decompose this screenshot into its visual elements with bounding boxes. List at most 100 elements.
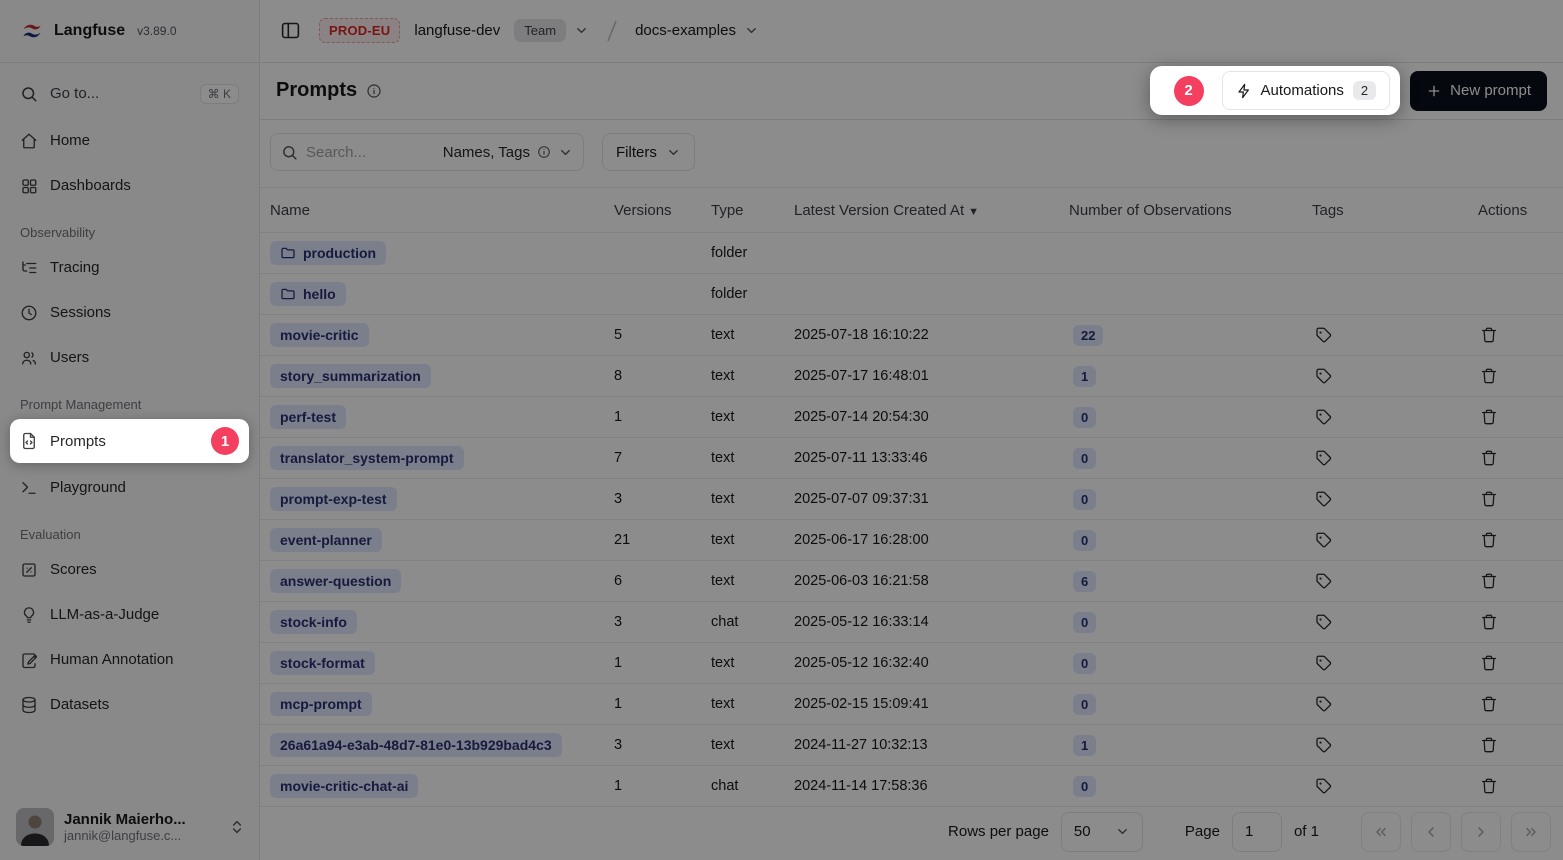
actions-cell <box>1470 529 1563 551</box>
sidebar-item-datasets[interactable]: Datasets <box>10 684 249 725</box>
last-page-button[interactable] <box>1511 812 1551 852</box>
prompt-name-badge[interactable]: translator_system-prompt <box>270 446 464 470</box>
delete-button[interactable] <box>1478 529 1500 551</box>
tag-button[interactable] <box>1312 365 1334 387</box>
observations-cell: 0 <box>1067 653 1310 674</box>
table-row[interactable]: 26a61a94-e3ab-48d7-81e0-13b929bad4c3 3 t… <box>260 725 1563 766</box>
org-switcher[interactable]: Team <box>514 19 589 42</box>
sidebar-item-tracing[interactable]: Tracing <box>10 247 249 288</box>
tag-button[interactable] <box>1312 324 1334 346</box>
goto-search[interactable]: Go to... ⌘ K <box>10 73 249 114</box>
prompt-name-badge[interactable]: 26a61a94-e3ab-48d7-81e0-13b929bad4c3 <box>270 733 562 757</box>
column-header-created-at[interactable]: Latest Version Created At▼ <box>792 202 1067 219</box>
column-header-observations[interactable]: Number of Observations <box>1067 202 1310 219</box>
delete-button[interactable] <box>1478 365 1500 387</box>
tag-button[interactable] <box>1312 611 1334 633</box>
created-at-cell: 2025-06-03 16:21:58 <box>792 573 1067 589</box>
sidebar-item-human-annotation[interactable]: Human Annotation <box>10 639 249 680</box>
delete-button[interactable] <box>1478 652 1500 674</box>
tag-button[interactable] <box>1312 529 1334 551</box>
tags-cell <box>1310 775 1470 797</box>
project-switcher[interactable]: docs-examples <box>635 22 759 39</box>
tag-button[interactable] <box>1312 447 1334 469</box>
page-header: Prompts 2 Automations 2 New prompt <box>260 63 1563 121</box>
sidebar-item-scores[interactable]: Scores <box>10 549 249 590</box>
tag-button[interactable] <box>1312 775 1334 797</box>
prompt-name-badge[interactable]: answer-question <box>270 569 401 593</box>
breadcrumb-slash <box>603 18 621 44</box>
prompt-name-badge[interactable]: movie-critic-chat-ai <box>270 774 418 798</box>
delete-button[interactable] <box>1478 570 1500 592</box>
rows-per-page-select[interactable]: 50 <box>1061 812 1143 852</box>
tag-button[interactable] <box>1312 734 1334 756</box>
delete-button[interactable] <box>1478 775 1500 797</box>
sidebar-item-sessions[interactable]: Sessions <box>10 292 249 333</box>
trash-icon <box>1480 531 1498 549</box>
sidebar-item-users[interactable]: Users <box>10 337 249 378</box>
tag-button[interactable] <box>1312 693 1334 715</box>
column-header-versions[interactable]: Versions <box>612 202 709 219</box>
table-row[interactable]: hello folder <box>260 274 1563 315</box>
trash-icon <box>1480 613 1498 631</box>
tag-button[interactable] <box>1312 488 1334 510</box>
sidebar-item-playground[interactable]: Playground <box>10 467 249 508</box>
prompt-name-badge[interactable]: mcp-prompt <box>270 692 372 716</box>
prompt-name-label: mcp-prompt <box>280 696 362 712</box>
tag-button[interactable] <box>1312 652 1334 674</box>
observations-badge: 0 <box>1073 653 1096 674</box>
table-row[interactable]: perf-test 1 text 2025-07-14 20:54:30 0 <box>260 397 1563 438</box>
table-row[interactable]: movie-critic 5 text 2025-07-18 16:10:22 … <box>260 315 1563 356</box>
observations-badge: 0 <box>1073 448 1096 469</box>
info-icon[interactable] <box>366 83 382 99</box>
filters-button[interactable]: Filters <box>602 133 695 171</box>
prompt-name-badge[interactable]: stock-info <box>270 610 357 634</box>
tags-cell <box>1310 488 1470 510</box>
prompt-name-badge[interactable]: hello <box>270 282 346 306</box>
delete-button[interactable] <box>1478 447 1500 469</box>
sidebar-item-home[interactable]: Home <box>10 120 249 161</box>
user-name: Jannik Maierho... <box>64 811 186 828</box>
table-row[interactable]: prompt-exp-test 3 text 2025-07-07 09:37:… <box>260 479 1563 520</box>
table-row[interactable]: event-planner 21 text 2025-06-17 16:28:0… <box>260 520 1563 561</box>
previous-page-button[interactable] <box>1411 812 1451 852</box>
sidebar-item-dashboards[interactable]: Dashboards <box>10 165 249 206</box>
tag-button[interactable] <box>1312 570 1334 592</box>
delete-button[interactable] <box>1478 693 1500 715</box>
prompt-name-badge[interactable]: perf-test <box>270 405 346 429</box>
delete-button[interactable] <box>1478 406 1500 428</box>
sidebar-toggle-button[interactable] <box>276 16 305 45</box>
prompt-name-badge[interactable]: production <box>270 241 386 265</box>
tag-button[interactable] <box>1312 406 1334 428</box>
table-row[interactable]: mcp-prompt 1 text 2025-02-15 15:09:41 0 <box>260 684 1563 725</box>
column-header-type[interactable]: Type <box>709 202 792 219</box>
delete-button[interactable] <box>1478 611 1500 633</box>
table-row[interactable]: translator_system-prompt 7 text 2025-07-… <box>260 438 1563 479</box>
table-row[interactable]: stock-info 3 chat 2025-05-12 16:33:14 0 <box>260 602 1563 643</box>
next-page-button[interactable] <box>1461 812 1501 852</box>
table-row[interactable]: story_summarization 8 text 2025-07-17 16… <box>260 356 1563 397</box>
automations-button[interactable]: Automations 2 <box>1222 71 1391 110</box>
search-scope-select[interactable]: Names, Tags <box>443 144 573 161</box>
delete-button[interactable] <box>1478 734 1500 756</box>
prompt-name-badge[interactable]: event-planner <box>270 528 382 552</box>
new-prompt-button[interactable]: New prompt <box>1410 71 1547 111</box>
prompt-name-badge[interactable]: movie-critic <box>270 323 369 347</box>
sidebar-item-prompts[interactable]: Prompts 1 <box>10 419 249 463</box>
sidebar-item-llm-as-a-judge[interactable]: LLM-as-a-Judge <box>10 594 249 635</box>
prompt-name-badge[interactable]: story_summarization <box>270 364 431 388</box>
first-page-button[interactable] <box>1361 812 1401 852</box>
sidebar-item-label: Dashboards <box>50 177 131 194</box>
search-input[interactable] <box>306 144 435 161</box>
delete-button[interactable] <box>1478 324 1500 346</box>
prompt-name-badge[interactable]: stock-format <box>270 651 375 675</box>
user-menu[interactable]: Jannik Maierho... jannik@langfuse.c... <box>0 796 259 860</box>
prompt-name-badge[interactable]: prompt-exp-test <box>270 487 397 511</box>
name-cell: mcp-prompt <box>260 692 612 716</box>
table-row[interactable]: stock-format 1 text 2025-05-12 16:32:40 … <box>260 643 1563 684</box>
delete-button[interactable] <box>1478 488 1500 510</box>
table-row[interactable]: production folder <box>260 233 1563 274</box>
table-row[interactable]: movie-critic-chat-ai 1 chat 2024-11-14 1… <box>260 766 1563 807</box>
table-row[interactable]: answer-question 6 text 2025-06-03 16:21:… <box>260 561 1563 602</box>
page-number-input[interactable] <box>1232 812 1282 852</box>
column-header-name[interactable]: Name <box>260 202 612 219</box>
